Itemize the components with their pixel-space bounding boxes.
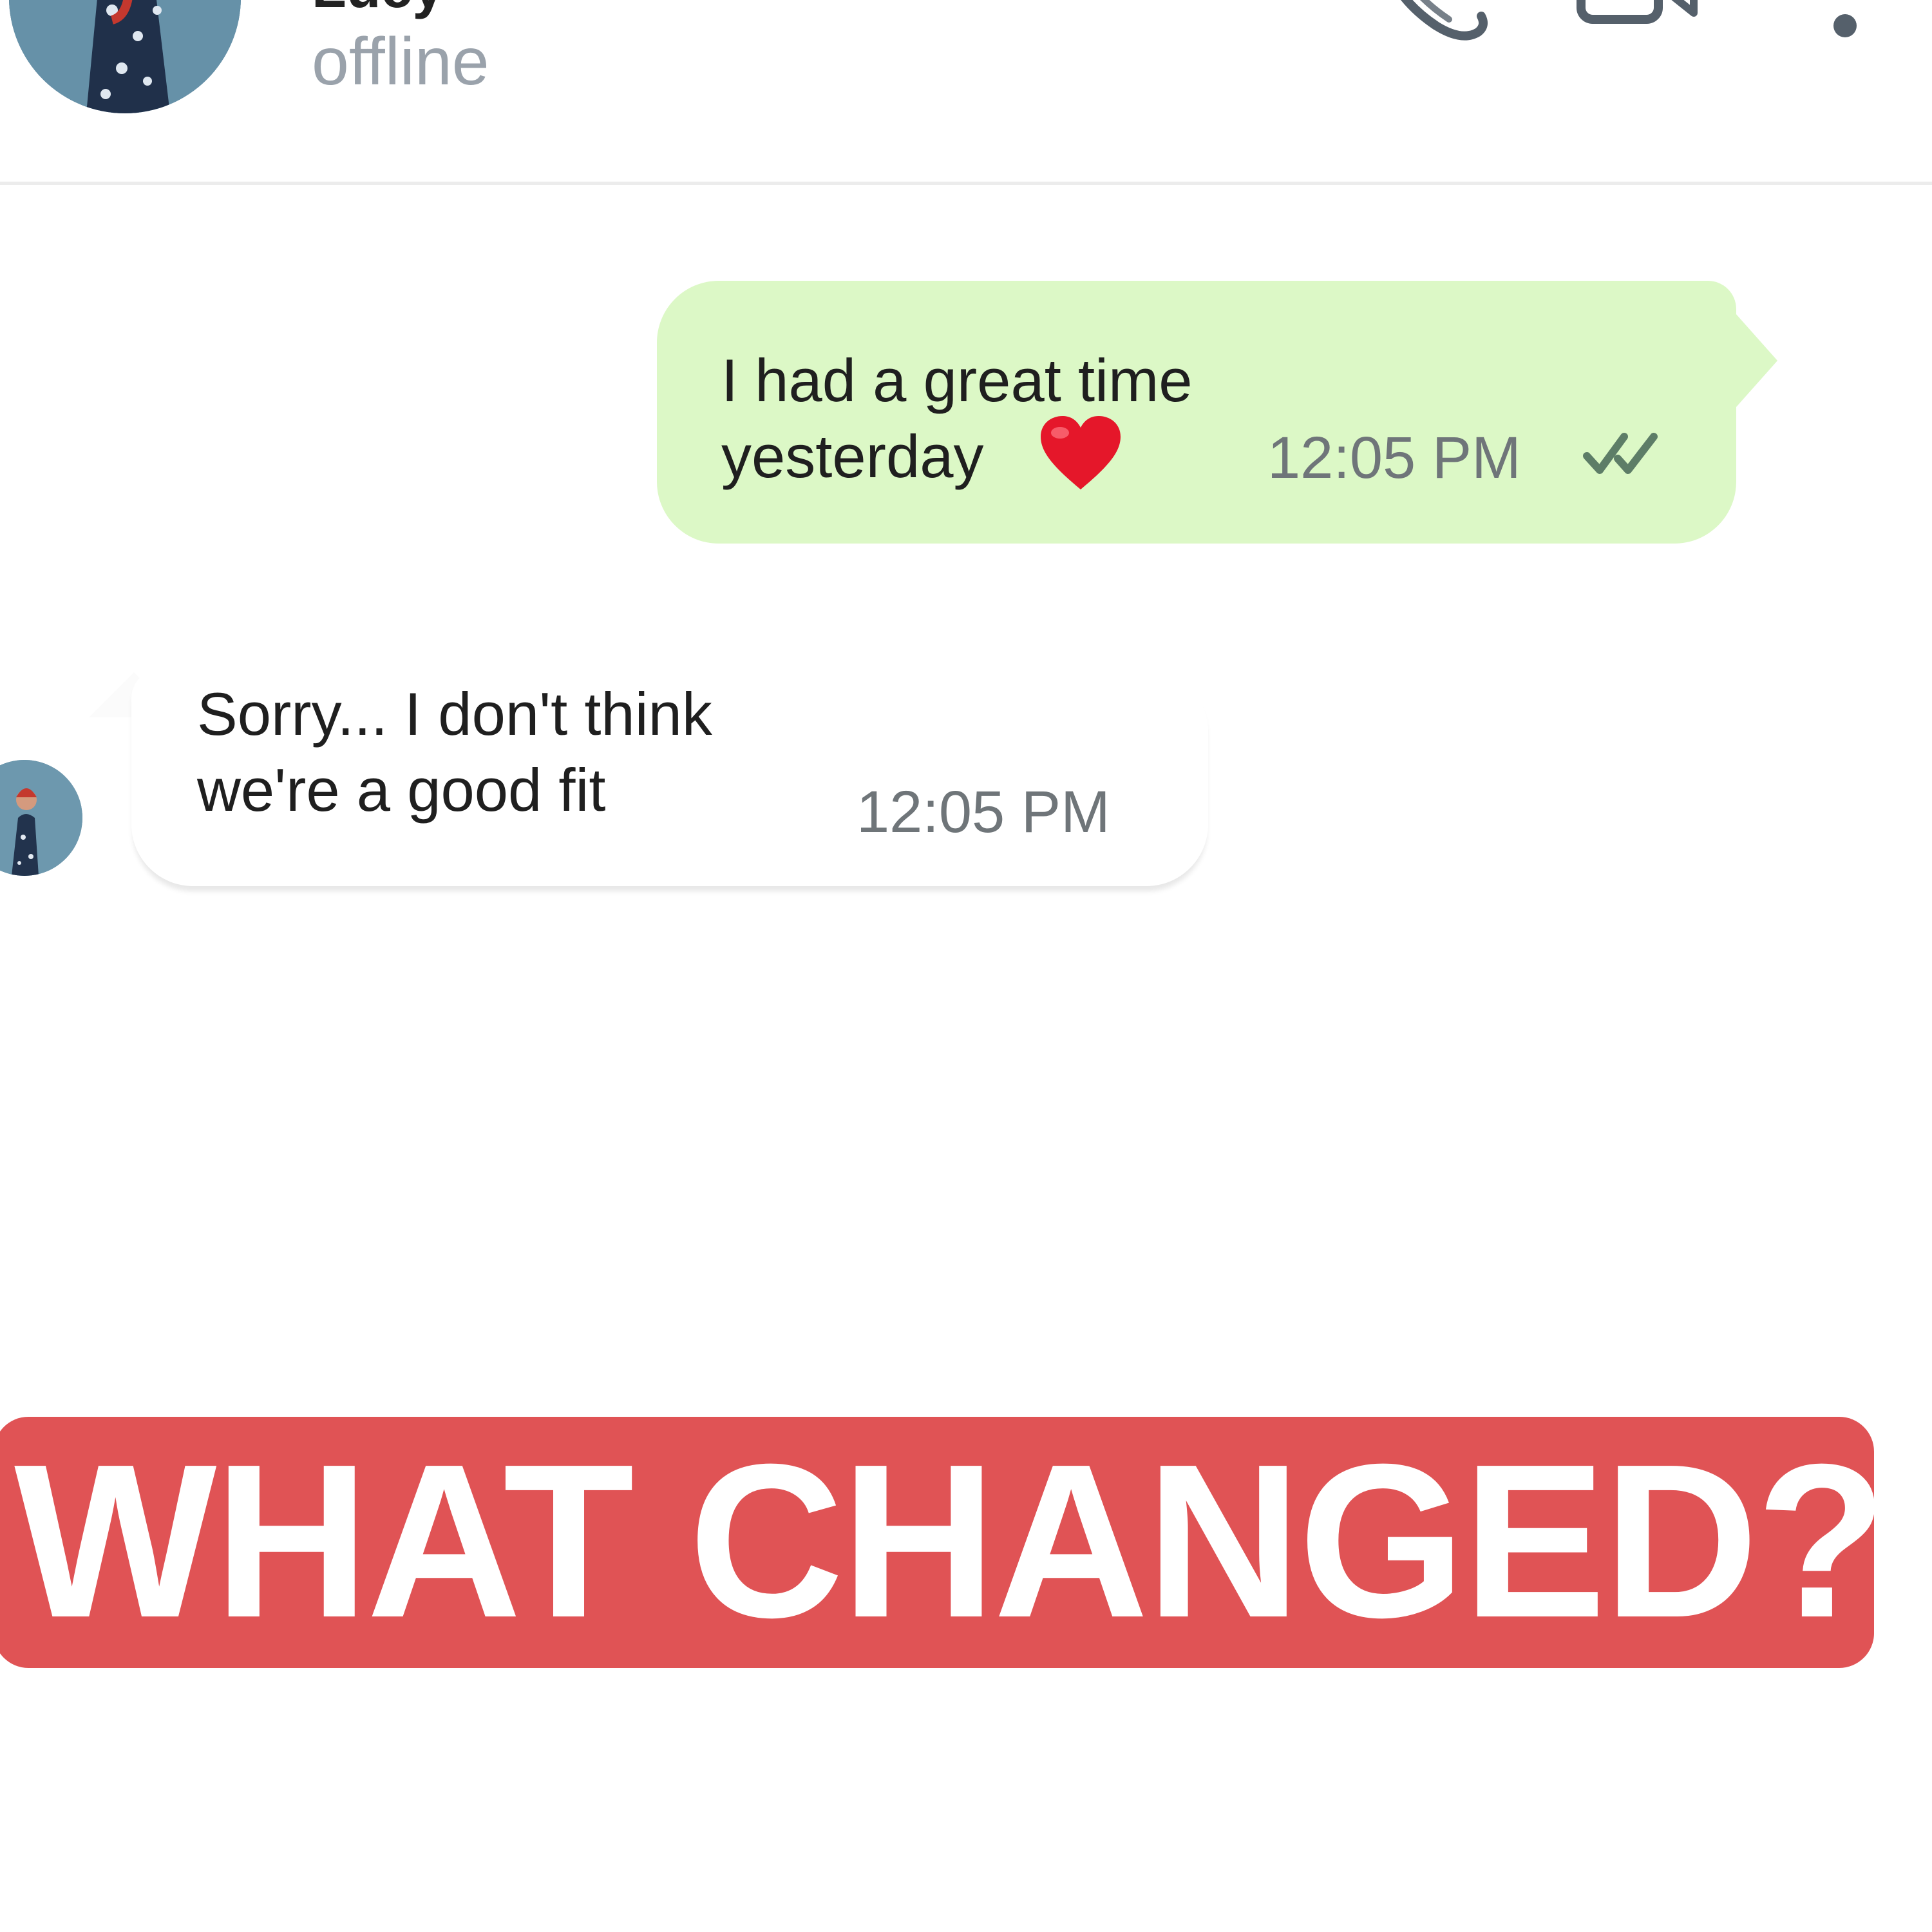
outgoing-bubble-tail — [1726, 303, 1777, 419]
incoming-message-line-2: we're a good fit — [197, 756, 606, 824]
incoming-message-time: 12:05 PM — [857, 779, 1110, 845]
headline-text: WHAT CHANGED? — [14, 1419, 1887, 1663]
contact-status: offline — [312, 24, 489, 99]
heart-emoji-icon — [1041, 416, 1121, 489]
outgoing-message-line-2: yesterday — [721, 422, 984, 490]
double-check-icon — [1583, 433, 1658, 474]
sender-avatar-photo — [0, 760, 82, 876]
phone-icon[interactable] — [1372, 0, 1494, 52]
outgoing-message-time: 12:05 PM — [1267, 425, 1521, 491]
contact-name: Lucy — [312, 0, 444, 21]
sender-avatar[interactable] — [0, 760, 82, 876]
incoming-message-line-1: Sorry... I don't think — [197, 680, 712, 748]
chat-header: Lucy offline — [0, 0, 1932, 185]
outgoing-message-line-1: I had a great time — [721, 346, 1193, 414]
chat-screen: Lucy offline I had a great time yesterda… — [0, 0, 1932, 1932]
video-icon[interactable] — [1571, 0, 1700, 39]
avatar-photo — [9, 0, 241, 113]
contact-avatar[interactable] — [9, 0, 241, 113]
more-menu-icon[interactable] — [1823, 0, 1868, 52]
